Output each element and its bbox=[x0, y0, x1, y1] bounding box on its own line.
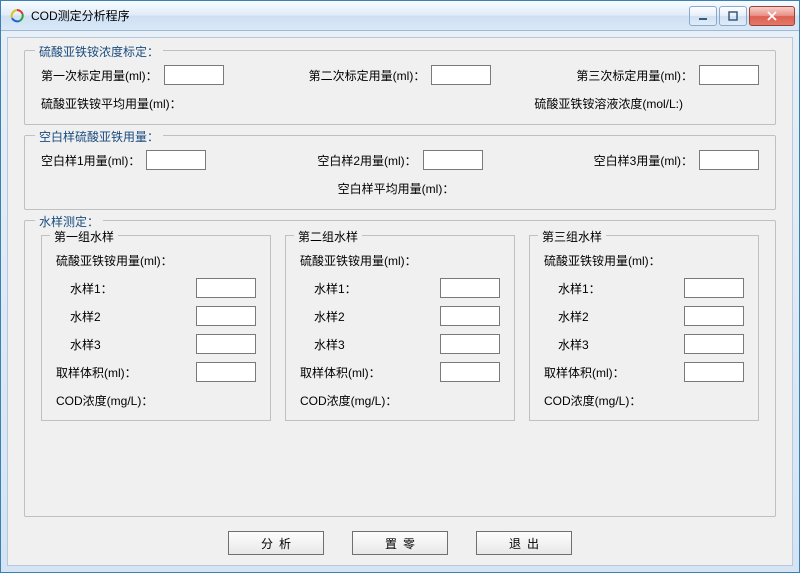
close-button[interactable] bbox=[749, 6, 795, 26]
sg1-s3-input[interactable] bbox=[196, 334, 256, 354]
blank2-input[interactable] bbox=[423, 150, 483, 170]
sg3-vol-label: 取样体积(ml)： bbox=[544, 364, 625, 381]
cal1-input[interactable] bbox=[164, 65, 224, 85]
sg1-s1-input[interactable] bbox=[196, 278, 256, 298]
sample-group-2: 第二组水样 硫酸亚铁铵用量(ml)： 水样1： 水样2 水样3 取样体积(ml)… bbox=[285, 235, 515, 421]
blank1-label: 空白样1用量(ml)： bbox=[41, 152, 140, 169]
sg1-s3-label: 水样3 bbox=[56, 336, 101, 353]
app-window: COD测定分析程序 硫酸亚铁铵浓度标定： 第一次标定用量(ml)： bbox=[0, 0, 800, 573]
titlebar: COD测定分析程序 bbox=[1, 1, 799, 31]
cal3-input[interactable] bbox=[699, 65, 759, 85]
sg1-usage-label: 硫酸亚铁铵用量(ml)： bbox=[56, 252, 173, 269]
sg2-s1-input[interactable] bbox=[440, 278, 500, 298]
cal3-label: 第三次标定用量(ml)： bbox=[576, 67, 693, 84]
cal-avg-label: 硫酸亚铁铵平均用量(ml)： bbox=[41, 95, 182, 112]
sg3-cod-label: COD浓度(mg/L)： bbox=[544, 392, 641, 409]
sg2-cod-label: COD浓度(mg/L)： bbox=[300, 392, 397, 409]
group-blank-legend: 空白样硫酸亚铁用量： bbox=[35, 128, 163, 145]
sg2-usage-label: 硫酸亚铁铵用量(ml)： bbox=[300, 252, 417, 269]
sg3-s1-label: 水样1： bbox=[544, 280, 601, 297]
sample-group-1-legend: 第一组水样 bbox=[50, 228, 118, 245]
minimize-button[interactable] bbox=[689, 6, 717, 26]
sg3-vol-input[interactable] bbox=[684, 362, 744, 382]
app-icon bbox=[9, 8, 25, 24]
window-controls bbox=[689, 6, 795, 26]
blank-avg-label: 空白样平均用量(ml)： bbox=[338, 180, 455, 197]
sg3-s3-label: 水样3 bbox=[544, 336, 589, 353]
exit-button[interactable]: 退出 bbox=[476, 531, 572, 555]
group-calibration-legend: 硫酸亚铁铵浓度标定： bbox=[35, 43, 163, 60]
blank3-label: 空白样3用量(ml)： bbox=[594, 152, 693, 169]
sg2-vol-input[interactable] bbox=[440, 362, 500, 382]
sg1-s2-input[interactable] bbox=[196, 306, 256, 326]
sg3-s1-input[interactable] bbox=[684, 278, 744, 298]
sg3-s3-input[interactable] bbox=[684, 334, 744, 354]
sg1-vol-label: 取样体积(ml)： bbox=[56, 364, 137, 381]
sg2-s3-label: 水样3 bbox=[300, 336, 345, 353]
sg2-s3-input[interactable] bbox=[440, 334, 500, 354]
cal2-input[interactable] bbox=[431, 65, 491, 85]
sg2-s1-label: 水样1： bbox=[300, 280, 357, 297]
blank2-label: 空白样2用量(ml)： bbox=[317, 152, 416, 169]
sample-group-2-legend: 第二组水样 bbox=[294, 228, 362, 245]
sample-group-1: 第一组水样 硫酸亚铁铵用量(ml)： 水样1： 水样2 水样3 取样体积(ml)… bbox=[41, 235, 271, 421]
cal1-label: 第一次标定用量(ml)： bbox=[41, 67, 158, 84]
sample-group-3: 第三组水样 硫酸亚铁铵用量(ml)： 水样1： 水样2 水样3 取样体积(ml)… bbox=[529, 235, 759, 421]
client-area: 硫酸亚铁铵浓度标定： 第一次标定用量(ml)： 第二次标定用量(ml)： 第三次… bbox=[7, 37, 793, 566]
blank3-input[interactable] bbox=[699, 150, 759, 170]
cal-conc-label: 硫酸亚铁铵溶液浓度(mol/L:) bbox=[534, 95, 683, 112]
window-title: COD测定分析程序 bbox=[31, 7, 689, 24]
sg1-vol-input[interactable] bbox=[196, 362, 256, 382]
maximize-button[interactable] bbox=[719, 6, 747, 26]
reset-button[interactable]: 置零 bbox=[352, 531, 448, 555]
group-blank: 空白样硫酸亚铁用量： 空白样1用量(ml)： 空白样2用量(ml)： 空白样3用… bbox=[24, 135, 776, 210]
button-bar: 分析 置零 退出 bbox=[24, 531, 776, 555]
sg1-s2-label: 水样2 bbox=[56, 308, 101, 325]
blank1-input[interactable] bbox=[146, 150, 206, 170]
sg2-s2-input[interactable] bbox=[440, 306, 500, 326]
group-sample: 水样测定： 第一组水样 硫酸亚铁铵用量(ml)： 水样1： 水样2 水样3 取样… bbox=[24, 220, 776, 517]
sg1-cod-label: COD浓度(mg/L)： bbox=[56, 392, 153, 409]
analyze-button[interactable]: 分析 bbox=[228, 531, 324, 555]
sg3-s2-label: 水样2 bbox=[544, 308, 589, 325]
cal2-label: 第二次标定用量(ml)： bbox=[309, 67, 426, 84]
sg1-s1-label: 水样1： bbox=[56, 280, 113, 297]
sg3-s2-input[interactable] bbox=[684, 306, 744, 326]
sg3-usage-label: 硫酸亚铁铵用量(ml)： bbox=[544, 252, 661, 269]
group-calibration: 硫酸亚铁铵浓度标定： 第一次标定用量(ml)： 第二次标定用量(ml)： 第三次… bbox=[24, 50, 776, 125]
sg2-vol-label: 取样体积(ml)： bbox=[300, 364, 381, 381]
sg2-s2-label: 水样2 bbox=[300, 308, 345, 325]
sample-group-3-legend: 第三组水样 bbox=[538, 228, 606, 245]
